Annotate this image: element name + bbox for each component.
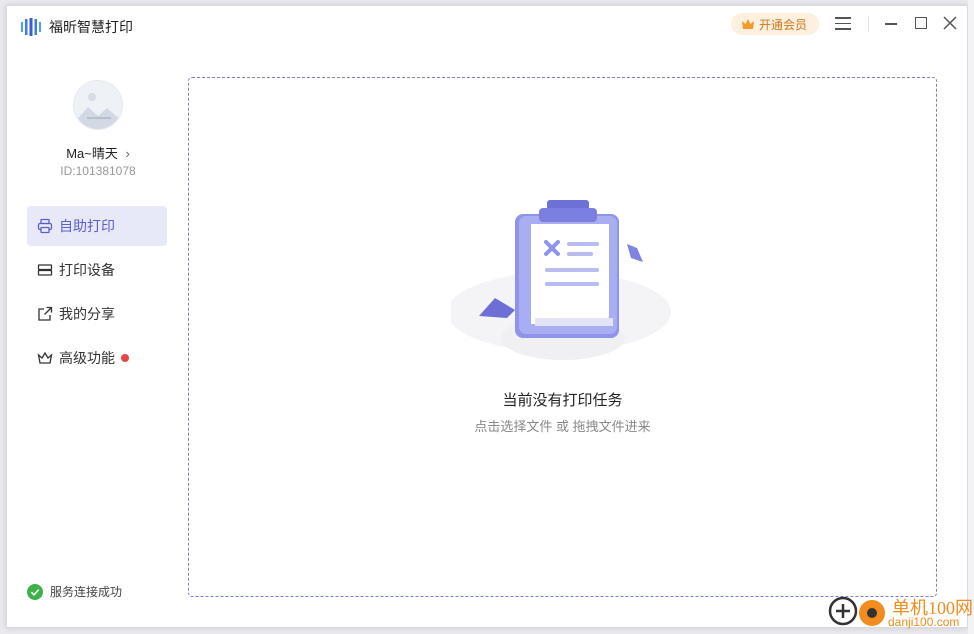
app-title: 福昕智慧打印 (49, 19, 133, 35)
sidebar-item-label: 打印设备 (59, 262, 115, 278)
crown-icon (742, 19, 754, 29)
titlebar-divider (868, 16, 869, 32)
device-icon (37, 264, 53, 276)
sidebar-item-label: 自助打印 (59, 218, 115, 234)
sidebar-item-my-share[interactable]: 我的分享 (27, 294, 167, 334)
minimize-icon (885, 23, 897, 25)
background-window-edge (968, 0, 974, 634)
menu-icon[interactable] (835, 17, 851, 31)
watermark-url: danji100.com (888, 615, 960, 629)
maximize-button[interactable] (915, 17, 927, 29)
sidebar-item-label: 我的分享 (59, 306, 115, 322)
user-id: ID:101381078 (60, 164, 136, 178)
crown-icon (37, 351, 53, 364)
sidebar-item-self-print[interactable]: 自助打印 (27, 206, 167, 246)
empty-state-title: 当前没有打印任务 (502, 392, 623, 409)
sidebar-item-label: 高级功能 (59, 350, 115, 366)
share-icon (38, 306, 53, 321)
connection-status: 服务连接成功 (27, 583, 122, 600)
sidebar-item-print-devices[interactable]: 打印设备 (27, 250, 167, 290)
app-window: 福昕智慧打印 开通会员 Ma~晴天 › ID:101381078 自助打印 打印… (6, 5, 968, 628)
check-circle-icon (27, 583, 43, 600)
file-drop-zone[interactable]: 当前没有打印任务 点击选择文件 或 拖拽文件进来 (188, 77, 937, 597)
status-text: 服务连接成功 (50, 585, 123, 599)
title-bar: 福昕智慧打印 开通会员 (7, 6, 967, 46)
user-name: Ma~晴天 (66, 146, 118, 161)
open-vip-button[interactable]: 开通会员 (731, 13, 819, 35)
close-button[interactable] (941, 14, 959, 32)
sidebar-item-advanced[interactable]: 高级功能 (27, 338, 167, 378)
chevron-right-icon: › (125, 146, 130, 161)
empty-state-hint: 点击选择文件 或 拖拽文件进来 (474, 419, 651, 434)
open-vip-label: 开通会员 (759, 17, 808, 32)
user-name-link[interactable]: Ma~晴天 › (7, 143, 189, 162)
sidebar-nav: 自助打印 打印设备 我的分享 高级功能 (27, 206, 167, 382)
app-logo-icon (21, 18, 41, 36)
printer-icon (37, 218, 53, 234)
avatar[interactable] (73, 80, 123, 130)
empty-clipboard-illustration (451, 200, 671, 360)
notification-badge (121, 354, 129, 362)
avatar-image-icon (74, 93, 122, 129)
